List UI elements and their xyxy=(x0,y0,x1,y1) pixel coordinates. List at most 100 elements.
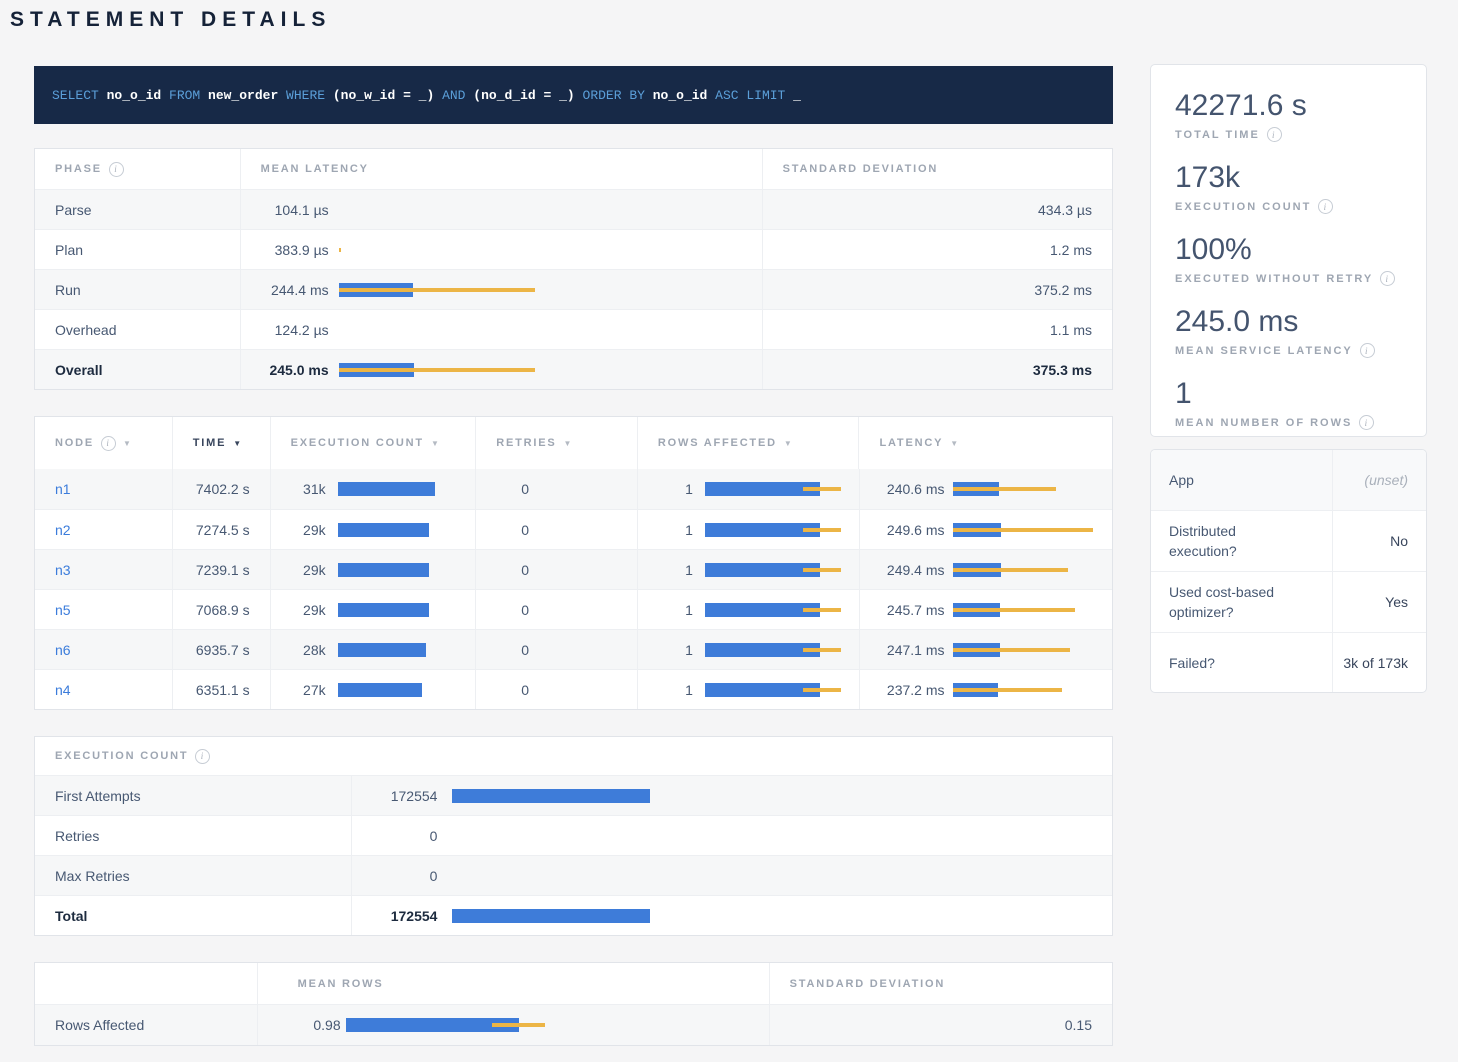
stat-value: 1 xyxy=(1175,377,1426,411)
sql-identifier: no_o_id xyxy=(653,88,708,103)
cost-based-optimizer-row: Used cost-based optimizer? Yes xyxy=(1151,571,1426,632)
execution-count-bar xyxy=(338,683,422,697)
mean-number-of-rows-info-icon[interactable]: i xyxy=(1359,415,1374,430)
bar-stddev-whisker xyxy=(953,528,1093,532)
time-header-cell[interactable]: TIME▼ xyxy=(173,417,271,469)
exec-count-info-icon[interactable]: i xyxy=(195,749,210,764)
bar-mean-segment xyxy=(452,909,650,923)
time-value: 7239.1 s xyxy=(196,562,250,578)
std-dev-header-cell: STANDARD DEVIATION xyxy=(763,149,1112,189)
node-link[interactable]: n1 xyxy=(55,481,71,497)
bar-stddev-whisker xyxy=(953,568,1068,572)
phase-table-header-row: PHASE i MEAN LATENCY STANDARD DEVIATION xyxy=(35,149,1112,189)
exec-row-label: Retries xyxy=(55,828,99,844)
latency-bar xyxy=(953,482,1056,496)
rows-affected-header-cell[interactable]: ROWS AFFECTED▼ xyxy=(638,417,860,469)
bar-stddev-whisker xyxy=(803,608,841,612)
phase-info-icon[interactable]: i xyxy=(109,162,124,177)
retries-value: 0 xyxy=(521,562,529,578)
stat-mean-service-latency: 245.0 ms MEAN SERVICE LATENCYi xyxy=(1175,305,1426,358)
time-value: 7274.5 s xyxy=(196,522,250,538)
execution-count-bar xyxy=(452,909,650,923)
latency-header-cell[interactable]: LATENCY▼ xyxy=(859,417,1112,469)
bar-stddev-whisker xyxy=(803,487,841,491)
sql-keyword: FROM xyxy=(161,88,208,103)
bar-stddev-whisker xyxy=(492,1023,545,1027)
bar-mean-segment xyxy=(338,482,435,496)
table-row: Max Retries 0 xyxy=(35,855,1112,895)
retries-header-cell[interactable]: RETRIES▼ xyxy=(476,417,638,469)
table-row: n57068.9 s29k01245.7 ms xyxy=(35,589,1112,629)
sql-identifier: new_order xyxy=(208,88,278,103)
phase-column-header: PHASE xyxy=(55,163,102,175)
node-link[interactable]: n2 xyxy=(55,522,71,538)
detail-label: Distributed execution? xyxy=(1151,511,1333,571)
rows-affected-bar xyxy=(705,563,841,577)
latency-bar xyxy=(953,643,1070,657)
mean-latency-bar xyxy=(339,363,535,377)
std-dev-value: 0.15 xyxy=(1065,1017,1092,1033)
node-column-header: NODE xyxy=(55,437,94,449)
app-details-panel: App (unset) Distributed execution? No Us… xyxy=(1150,449,1427,693)
rows-affected-table: MEAN ROWS STANDARD DEVIATION Rows Affect… xyxy=(34,962,1113,1046)
stat-executed-without-retry: 100% EXECUTED WITHOUT RETRYi xyxy=(1175,233,1426,286)
rows-table-header-row: MEAN ROWS STANDARD DEVIATION xyxy=(35,963,1112,1004)
bar-stddev-whisker xyxy=(803,528,841,532)
bar-stddev-whisker xyxy=(953,487,1056,491)
node-link[interactable]: n6 xyxy=(55,642,71,658)
app-value: (unset) xyxy=(1333,450,1426,510)
exec-row-label: First Attempts xyxy=(55,788,141,804)
retries-value: 0 xyxy=(521,642,529,658)
execution-count-bar xyxy=(338,643,426,657)
mean-latency-value: 104.1 µs xyxy=(241,202,329,218)
bar-stddev-whisker xyxy=(803,648,841,652)
execution-count-bar xyxy=(338,603,429,617)
mean-rows-value: 0.98 xyxy=(258,1017,341,1033)
node-header-cell[interactable]: NODEi▼ xyxy=(35,417,173,469)
rows-affected-value: 1 xyxy=(638,642,693,658)
rows-affected-value: 1 xyxy=(638,481,693,497)
std-dev-value: 375.2 ms xyxy=(1034,282,1092,298)
stat-total-time: 42271.6 s TOTAL TIME i xyxy=(1175,89,1426,142)
detail-label: Failed? xyxy=(1151,633,1333,692)
executed-without-retry-info-icon[interactable]: i xyxy=(1380,271,1395,286)
execution-count-info-icon[interactable]: i xyxy=(1318,199,1333,214)
node-info-icon[interactable]: i xyxy=(101,436,116,451)
app-header-row: App (unset) xyxy=(1151,450,1426,510)
stat-label: EXECUTED WITHOUT RETRY xyxy=(1175,273,1373,285)
time-value: 7402.2 s xyxy=(196,481,250,497)
std-dev-value: 1.1 ms xyxy=(1050,322,1092,338)
std-dev-value: 1.2 ms xyxy=(1050,242,1092,258)
bar-stddev-whisker xyxy=(953,608,1075,612)
latency-column-header: LATENCY xyxy=(879,437,943,449)
mean-latency-value: 124.2 µs xyxy=(241,322,329,338)
execution-count-bar xyxy=(338,563,429,577)
stat-label: MEAN NUMBER OF ROWS xyxy=(1175,417,1352,429)
node-table-header-row: NODEi▼ TIME▼ EXECUTION COUNT▼ RETRIES▼ R… xyxy=(35,417,1112,469)
mean-latency-value: 244.4 ms xyxy=(241,282,329,298)
bar-mean-segment xyxy=(338,523,429,537)
latency-bar xyxy=(953,603,1075,617)
mean-rows-header-cell: MEAN ROWS xyxy=(258,963,770,1004)
bar-mean-segment xyxy=(338,643,426,657)
exec-row-label: Total xyxy=(55,908,87,924)
bar-stddev-whisker xyxy=(803,568,841,572)
mean-latency-header-cell: MEAN LATENCY xyxy=(241,149,763,189)
node-link[interactable]: n5 xyxy=(55,602,71,618)
stat-label: TOTAL TIME xyxy=(1175,129,1260,141)
total-time-info-icon[interactable]: i xyxy=(1267,127,1282,142)
bar-mean-segment xyxy=(338,683,422,697)
std-dev-header-cell: STANDARD DEVIATION xyxy=(770,963,1112,1004)
stat-value: 42271.6 s xyxy=(1175,89,1426,123)
bar-stddev-whisker xyxy=(953,648,1070,652)
rows-affected-value: 1 xyxy=(638,602,693,618)
table-row: Overhead 124.2 µs 1.1 ms xyxy=(35,309,1112,349)
node-link[interactable]: n3 xyxy=(55,562,71,578)
exec-count-header-cell[interactable]: EXECUTION COUNT▼ xyxy=(271,417,477,469)
exec-count-value: 28k xyxy=(271,642,326,658)
node-link[interactable]: n4 xyxy=(55,682,71,698)
mean-service-latency-info-icon[interactable]: i xyxy=(1360,343,1375,358)
mean-latency-bar xyxy=(339,243,341,257)
exec-count-title: EXECUTION COUNT xyxy=(55,750,188,762)
latency-value: 240.6 ms xyxy=(860,481,945,497)
